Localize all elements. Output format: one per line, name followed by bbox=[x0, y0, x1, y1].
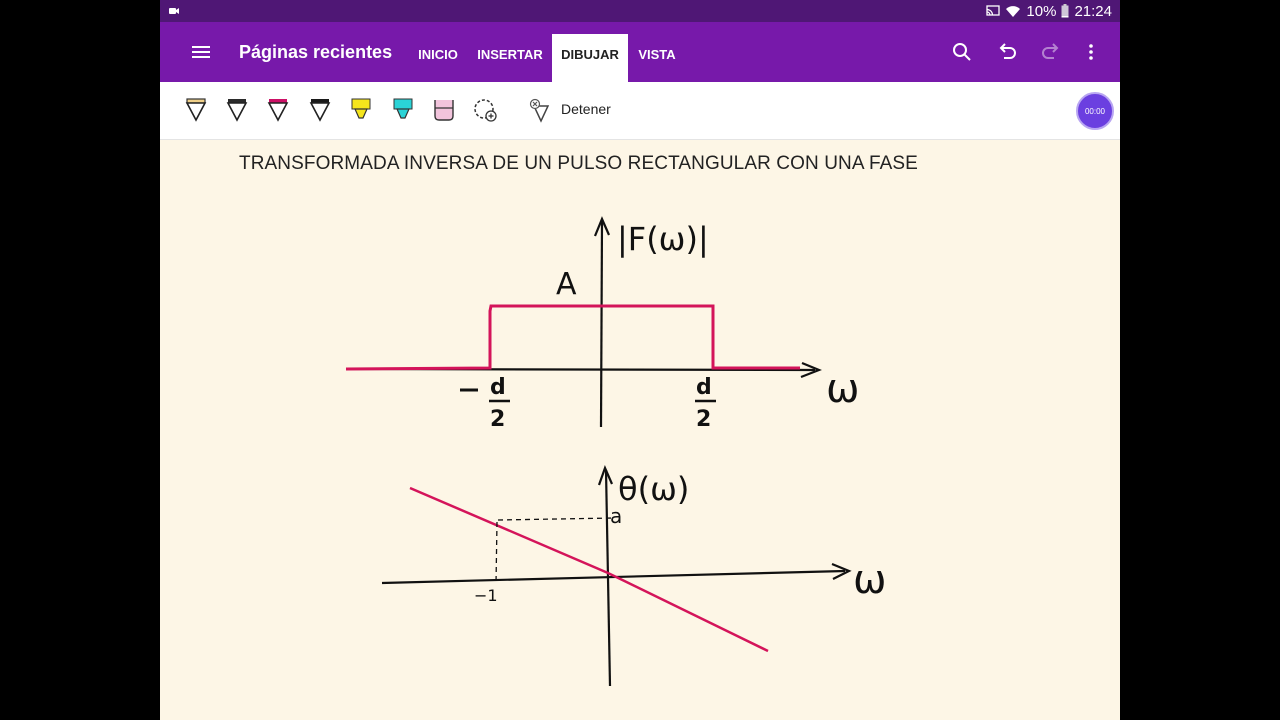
stop-drawing-icon[interactable] bbox=[526, 96, 554, 126]
tab-dibujar[interactable]: DIBUJAR bbox=[552, 34, 628, 82]
neg-edge-label: d 2 bbox=[460, 375, 510, 432]
phase-y-mark: a bbox=[610, 504, 622, 528]
highlighter-cyan-icon[interactable] bbox=[389, 96, 417, 126]
pen-black-icon[interactable] bbox=[182, 96, 210, 126]
battery-percent: 10% bbox=[1026, 2, 1057, 20]
rectangular-pulse bbox=[345, 304, 800, 371]
wifi-icon bbox=[1006, 6, 1021, 17]
omega-axis-label-1: ω bbox=[826, 366, 860, 412]
tab-vista[interactable]: VISTA bbox=[634, 34, 680, 82]
undo-icon[interactable] bbox=[994, 39, 1020, 65]
redo-icon[interactable] bbox=[1038, 39, 1064, 65]
status-bar: 10% 21:24 bbox=[160, 0, 1120, 22]
clock: 21:24 bbox=[1074, 2, 1112, 20]
handwritten-canvas[interactable]: |F(ω)| A ω d 2 d 2 θ(ω) ω a −1 bbox=[160, 140, 1120, 720]
phase-line bbox=[409, 486, 769, 653]
more-options-icon[interactable] bbox=[1078, 39, 1104, 65]
svg-text:2: 2 bbox=[696, 407, 711, 432]
phase-x-mark: −1 bbox=[474, 586, 498, 605]
phase-guide-vertical bbox=[495, 521, 498, 585]
pen-dark-icon[interactable] bbox=[223, 96, 251, 126]
battery-icon bbox=[1061, 4, 1069, 18]
highlighter-yellow-icon[interactable] bbox=[347, 96, 375, 126]
pos-edge-label: d 2 bbox=[695, 375, 716, 432]
app-title[interactable]: Páginas recientes bbox=[239, 42, 392, 63]
tab-inicio[interactable]: INICIO bbox=[410, 34, 466, 82]
phase-guide-horizontal bbox=[497, 517, 616, 521]
svg-text:d: d bbox=[490, 375, 506, 400]
omega-axis-label-2: ω bbox=[853, 557, 887, 603]
magnitude-y-axis bbox=[599, 221, 604, 428]
phase-graph: θ(ω) ω a −1 bbox=[381, 465, 887, 687]
highlighter-pink-icon[interactable] bbox=[430, 96, 458, 126]
search-icon[interactable] bbox=[949, 39, 975, 65]
add-pen-icon[interactable] bbox=[472, 96, 500, 126]
timer-button[interactable]: 00:00 bbox=[1076, 92, 1114, 130]
phase-label: θ(ω) bbox=[618, 470, 689, 508]
svg-text:2: 2 bbox=[490, 407, 505, 432]
pen-magenta-icon[interactable] bbox=[264, 96, 292, 126]
amplitude-label: A bbox=[556, 267, 577, 302]
app-bar: Páginas recientes INICIO INSERTAR DIBUJA… bbox=[160, 22, 1120, 82]
tablet-screen: 10% 21:24 Páginas recientes INICIO INSER… bbox=[160, 0, 1120, 720]
pen-selected-icon[interactable] bbox=[306, 96, 334, 126]
magnitude-label: |F(ω)| bbox=[617, 220, 709, 258]
stop-drawing-label[interactable]: Detener bbox=[561, 101, 611, 117]
menu-icon[interactable] bbox=[188, 40, 214, 64]
tab-insertar[interactable]: INSERTAR bbox=[474, 34, 546, 82]
video-call-icon bbox=[169, 8, 179, 14]
drawing-toolbar: Detener 00:00 bbox=[160, 82, 1120, 140]
svg-text:d: d bbox=[696, 375, 712, 400]
cast-icon bbox=[986, 5, 1001, 16]
magnitude-graph: |F(ω)| A ω d 2 d 2 bbox=[345, 216, 860, 432]
